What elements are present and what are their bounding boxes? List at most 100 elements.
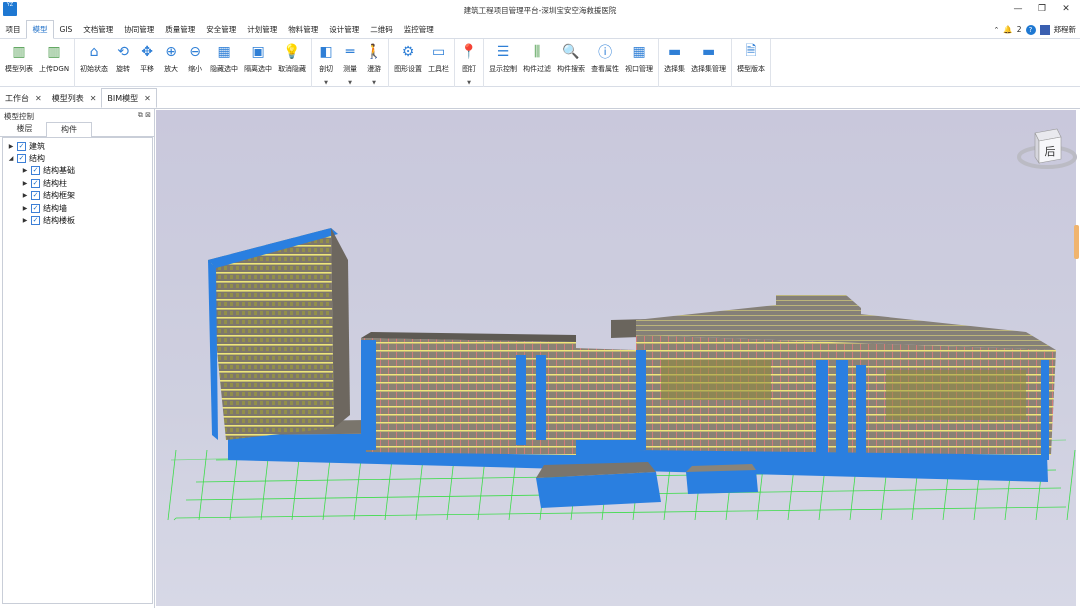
collapsed-caret-icon[interactable]: ▶: [21, 205, 29, 212]
hide-selected-button[interactable]: ▦ 隐藏选中: [207, 39, 241, 87]
ribbon-button-label: 剖切: [319, 65, 334, 73]
tree-checkbox[interactable]: ✓: [31, 178, 40, 188]
pin-button[interactable]: 📍 图钉 ▼: [457, 39, 481, 87]
close-tab-icon[interactable]: ✕: [35, 94, 42, 103]
ruler-button[interactable]: ═ 测量 ▼: [338, 39, 362, 87]
menu-item[interactable]: 协同管理: [119, 21, 160, 39]
panel-subtabs: 楼层 构件: [0, 122, 154, 138]
walk-button[interactable]: 🚶 漫游 ▼: [362, 39, 386, 87]
tree-node[interactable]: ▶ ✓ 结构基础: [21, 165, 75, 177]
tree-node[interactable]: ▶ ✓ 建筑: [7, 140, 45, 152]
menu-item[interactable]: 物料管理: [283, 21, 324, 39]
menubar-right: ⌃ 🔔 2? 郑程新: [994, 24, 1077, 35]
minimize-button[interactable]: —: [1011, 3, 1025, 15]
help-icon[interactable]: ?: [1025, 24, 1036, 35]
doc-tab[interactable]: BIM模型 ✕: [101, 88, 157, 108]
menu-item[interactable]: 计划管理: [242, 21, 283, 39]
expanded-caret-icon[interactable]: ◢: [7, 155, 15, 162]
panel-tab[interactable]: 构件: [46, 122, 92, 138]
menu-item[interactable]: GIS: [54, 21, 78, 39]
rotate-button[interactable]: ⟲ 旋转: [111, 39, 135, 87]
section-cube-icon: ◧: [319, 44, 333, 60]
component-tree: ▶ ✓ 建筑 ◢ ✓ 结构 ▶ ✓ 结构基础 ▶ ✓ 结构柱 ▶ ✓ 结构框架 ▶ ✓ 结构墙 ▶ ✓ 结构楼板: [2, 137, 153, 604]
tree-node[interactable]: ▶ ✓ 结构框架: [21, 190, 75, 202]
bim-viewport[interactable]: [156, 110, 1076, 606]
collapsed-caret-icon[interactable]: ▶: [7, 143, 15, 150]
selection-manage-button[interactable]: ▬ 选择集管理: [688, 39, 729, 87]
user-name[interactable]: 郑程新: [1054, 24, 1077, 35]
menu-item[interactable]: 安全管理: [201, 21, 242, 39]
avatar[interactable]: [1039, 24, 1050, 35]
menu-item[interactable]: 项目: [0, 21, 26, 39]
selection-set-button[interactable]: ▬ 选择集: [661, 39, 688, 87]
home-button[interactable]: ⌂ 初始状态: [77, 39, 111, 87]
home-icon: ⌂: [89, 44, 99, 60]
isolate-selected-button[interactable]: ▣ 隔离选中: [241, 39, 275, 87]
tree-checkbox[interactable]: ✓: [31, 215, 40, 225]
info-button[interactable]: ⓘ 查看属性: [588, 39, 622, 87]
dropdown-caret-icon[interactable]: ▼: [372, 80, 376, 86]
filter-button[interactable]: ⫼ 构件过滤: [520, 39, 554, 87]
collapse-ribbon-icon[interactable]: ⌃: [994, 26, 1000, 34]
navigation-cube[interactable]: 后: [1017, 123, 1077, 171]
tree-checkbox[interactable]: ✓: [31, 203, 40, 213]
menu-item[interactable]: 二维码: [365, 21, 399, 39]
dropdown-caret-icon[interactable]: ▼: [467, 80, 471, 86]
tree-node[interactable]: ▶ ✓ 结构柱: [21, 177, 67, 189]
section-cube-button[interactable]: ◧ 剖切 ▼: [314, 39, 338, 87]
tree-node[interactable]: ▶ ✓ 结构楼板: [21, 214, 75, 226]
doc-tab-label: BIM模型: [107, 93, 139, 103]
toolbar-button[interactable]: ▭ 工具栏: [425, 39, 452, 87]
panel-tab[interactable]: 楼层: [3, 122, 46, 136]
ribbon-button-label: 测量: [343, 65, 358, 73]
graphics-settings-button[interactable]: ⚙ 图形设置: [391, 39, 425, 87]
building-button[interactable]: ▥ 模型列表: [2, 39, 36, 87]
sliders-icon: ☰: [496, 44, 510, 60]
ribbon-group: ◧ 剖切 ▼ ═ 测量 ▼ 🚶 漫游 ▼: [312, 39, 390, 87]
tree-checkbox[interactable]: ✓: [17, 141, 26, 151]
zoom-in-icon: ⊕: [165, 44, 177, 60]
close-tab-icon[interactable]: ✕: [90, 94, 97, 103]
ribbon-group: ▬ 选择集 ▬ 选择集管理: [659, 39, 733, 87]
walk-icon: 🚶: [365, 44, 383, 60]
upload-building-button[interactable]: ▥ 上传DGN: [36, 39, 72, 87]
collapsed-caret-icon[interactable]: ▶: [21, 217, 29, 224]
version-button[interactable]: 🗎 模型版本: [734, 39, 768, 87]
pan-button[interactable]: ✥ 平移: [135, 39, 159, 87]
menu-item[interactable]: 设计管理: [324, 21, 365, 39]
menu-item[interactable]: 模型: [26, 20, 54, 39]
bim-model-render[interactable]: [156, 110, 1076, 606]
float-panel-icon[interactable]: ⧉: [138, 111, 143, 119]
tree-node[interactable]: ▶ ✓ 结构墙: [21, 202, 67, 214]
zoom-in-button[interactable]: ⊕ 放大: [159, 39, 183, 87]
tree-node[interactable]: ◢ ✓ 结构: [7, 152, 45, 164]
sliders-button[interactable]: ☰ 显示控制: [486, 39, 520, 87]
restore-button[interactable]: ❐: [1035, 3, 1049, 15]
lightbulb-button[interactable]: 💡 取消隐藏: [275, 39, 309, 87]
viewport-button[interactable]: ▦ 视口管理: [622, 39, 656, 87]
model-control-panel: 模型控制 ⧉ ⊠ 楼层 构件 ▶ ✓ 建筑 ◢ ✓ 结构 ▶ ✓ 结构基础 ▶ ✓ 结构柱 ▶ ✓ 结构框架 ▶…: [0, 109, 155, 608]
dropdown-caret-icon[interactable]: ▼: [348, 80, 352, 86]
doc-tab[interactable]: 模型列表 ✕: [47, 88, 102, 108]
menu-item[interactable]: 质量管理: [160, 21, 201, 39]
close-button[interactable]: ✕: [1059, 3, 1073, 15]
tree-checkbox[interactable]: ✓: [17, 153, 26, 163]
close-tab-icon[interactable]: ✕: [144, 94, 151, 103]
menu-item[interactable]: 监控管理: [398, 21, 439, 39]
collapsed-caret-icon[interactable]: ▶: [21, 180, 29, 187]
search-button[interactable]: 🔍 构件搜索: [554, 39, 588, 87]
viewport-scroll-thumb[interactable]: [1074, 225, 1079, 259]
menu-item[interactable]: 文档管理: [78, 21, 119, 39]
collapsed-caret-icon[interactable]: ▶: [21, 167, 29, 174]
ribbon-button-label: 放大: [164, 65, 179, 73]
collapsed-caret-icon[interactable]: ▶: [21, 192, 29, 199]
dropdown-caret-icon[interactable]: ▼: [324, 80, 328, 86]
zoom-out-button[interactable]: ⊖ 缩小: [183, 39, 207, 87]
tree-checkbox[interactable]: ✓: [31, 166, 40, 176]
close-panel-icon[interactable]: ⊠: [145, 111, 151, 119]
tree-checkbox[interactable]: ✓: [31, 191, 40, 201]
toolbar-icon: ▭: [431, 44, 446, 60]
doc-tab[interactable]: 工作台 ✕: [0, 88, 47, 108]
ribbon-button-label: 取消隐藏: [278, 65, 307, 73]
bell-icon[interactable]: 🔔: [1003, 25, 1012, 34]
